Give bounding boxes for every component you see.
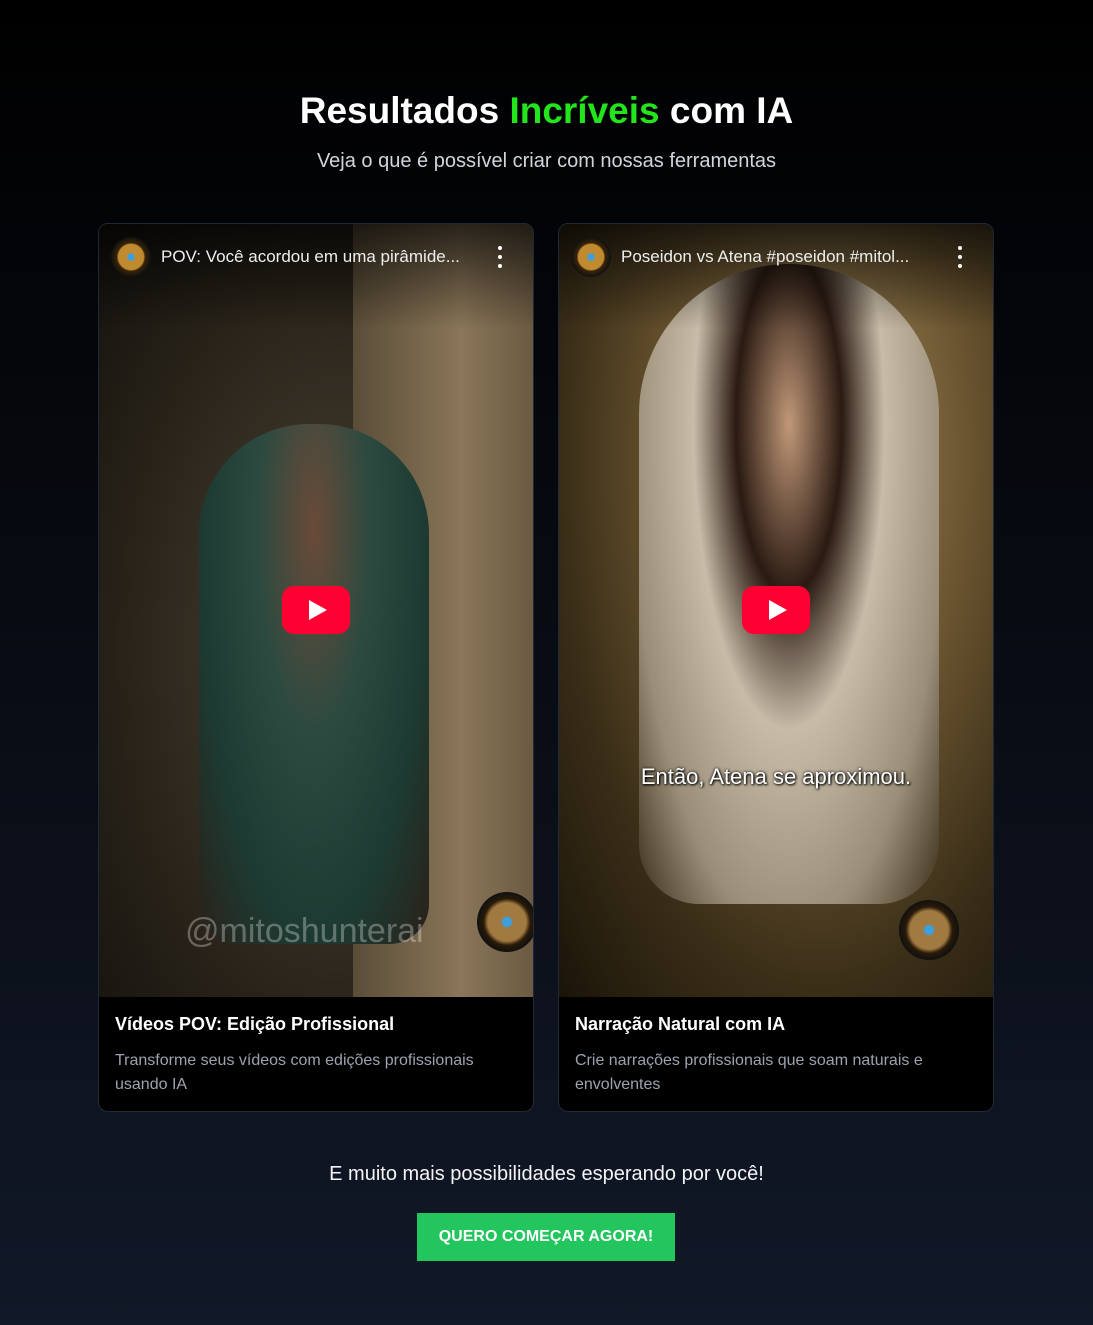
card-description: Crie narrações profissionais que soam na… [575,1052,923,1093]
card-description: Transforme seus vídeos com edições profi… [115,1052,474,1093]
youtube-play-icon[interactable] [282,586,350,634]
page-title: Resultados Incríveis com IA [299,90,794,131]
channel-avatar[interactable] [111,237,151,277]
video-title-link[interactable]: POV: Você acordou em uma pirâmide... [161,247,460,267]
video-title-link[interactable]: Poseidon vs Atena #poseidon #mitol... [621,247,909,267]
title-highlight: Incríveis [509,90,660,131]
card-heading: Vídeos POV: Edição Profissional [115,1014,395,1034]
video-embed[interactable]: Então, Atena se aproximou. Poseidon vs A… [559,224,993,997]
page-subtitle: Veja o que é possível criar com nossas f… [316,150,777,172]
video-topbar [559,224,993,329]
more-vertical-icon[interactable] [957,246,963,268]
more-possibilities-text: E muito mais possibilidades esperando po… [329,1163,764,1185]
video-thumbnail-subject [199,424,429,944]
card-heading: Narração Natural com IA [575,1014,786,1034]
channel-logo-watermark [477,892,533,952]
youtube-play-icon[interactable] [742,586,810,634]
result-card-pov: @mitoshunterai POV: Você acordou em uma … [98,223,534,1112]
channel-avatar[interactable] [571,237,611,277]
result-card-narration: Então, Atena se aproximou. Poseidon vs A… [558,223,994,1112]
video-watermark: @mitoshunterai [185,912,424,950]
video-topbar [99,224,533,329]
video-thumbnail-subject [639,264,939,904]
start-now-button[interactable]: QUERO COMEÇAR AGORA! [417,1213,675,1261]
video-embed[interactable]: @mitoshunterai POV: Você acordou em uma … [99,224,533,997]
channel-logo-watermark [899,900,959,960]
more-vertical-icon[interactable] [497,246,503,268]
video-caption: Então, Atena se aproximou. [640,764,912,789]
